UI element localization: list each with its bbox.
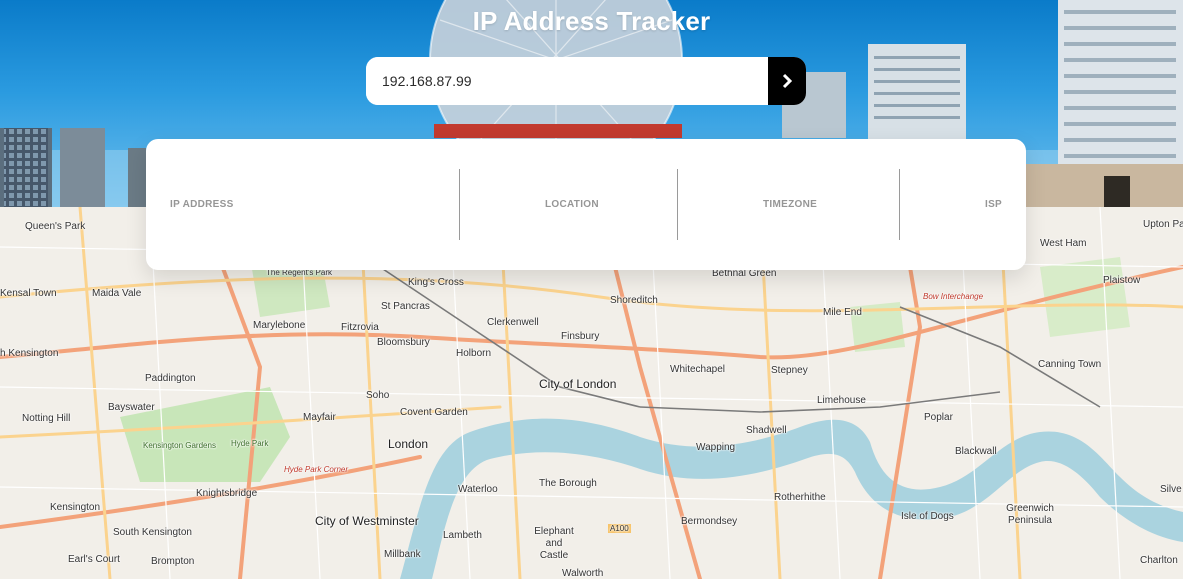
map-label: Kensington bbox=[50, 502, 101, 513]
map-label: Hyde Park Corner bbox=[284, 465, 349, 474]
map-label: Shadwell bbox=[746, 425, 787, 436]
map-label: Whitechapel bbox=[670, 364, 726, 375]
map-label: Hyde Park bbox=[231, 439, 269, 448]
map-label: West Ham bbox=[1040, 238, 1087, 249]
road-label: A100 bbox=[608, 524, 631, 533]
map-label: Millbank bbox=[384, 549, 421, 560]
map-label: Queen's Park bbox=[25, 221, 86, 232]
map-label: London bbox=[388, 437, 429, 451]
map-label: Upton Par bbox=[1143, 219, 1183, 230]
map-label: Rotherhithe bbox=[774, 492, 826, 503]
map-label: City of London bbox=[539, 377, 617, 391]
map-label: Fitzrovia bbox=[341, 322, 379, 333]
map-label: City of Westminster bbox=[315, 514, 419, 528]
ip-search-input[interactable] bbox=[366, 57, 768, 105]
ip-info-card: IP ADDRESS LOCATION TIMEZONE ISP bbox=[146, 139, 1026, 270]
map-label: Paddington bbox=[145, 373, 196, 384]
isp-section: ISP bbox=[900, 169, 1026, 240]
map-label: Greenwich Peninsula bbox=[1006, 503, 1054, 526]
map-label: South Kensington bbox=[113, 527, 192, 538]
map-label: Poplar bbox=[924, 412, 953, 423]
map-label: Bermondsey bbox=[681, 516, 738, 527]
map-label: Clerkenwell bbox=[487, 317, 539, 328]
location-section: LOCATION bbox=[460, 169, 677, 240]
map-label: Elephant and Castle bbox=[534, 526, 574, 561]
map-label: Marylebone bbox=[253, 320, 306, 331]
map-label: Wapping bbox=[696, 442, 736, 453]
map-label: Notting Hill bbox=[22, 413, 71, 424]
timezone-label: TIMEZONE bbox=[763, 199, 818, 210]
map-label: Stepney bbox=[771, 365, 808, 376]
map-label: Mile End bbox=[823, 307, 862, 318]
map-label: Mayfair bbox=[303, 412, 336, 423]
ip-address-section: IP ADDRESS bbox=[170, 169, 460, 240]
map-label: Limehouse bbox=[817, 395, 866, 406]
map-label: Isle of Dogs bbox=[901, 511, 954, 522]
map-label: King's Cross bbox=[408, 277, 464, 288]
map-label: Earl's Court bbox=[68, 554, 120, 565]
map-label: Kensington Gardens bbox=[143, 441, 216, 450]
map-label: Charlton bbox=[1140, 555, 1178, 566]
ip-search-form bbox=[366, 57, 806, 105]
map-label: Blackwall bbox=[955, 446, 997, 457]
map-label: Canning Town bbox=[1038, 359, 1102, 370]
map-label: Maida Vale bbox=[92, 288, 142, 299]
map-label: Holborn bbox=[456, 348, 492, 359]
map-label: Lambeth bbox=[443, 530, 482, 541]
isp-label: ISP bbox=[985, 199, 1003, 210]
map-label: Knightsbridge bbox=[196, 488, 258, 499]
map-label: The Borough bbox=[539, 478, 597, 489]
location-label: LOCATION bbox=[545, 199, 599, 210]
map-label: Soho bbox=[366, 390, 390, 401]
map-label: Bow Interchange bbox=[923, 292, 984, 301]
map-label: Finsbury bbox=[561, 331, 600, 342]
map-label: Walworth bbox=[562, 568, 604, 579]
map-label: Kensal Town bbox=[0, 288, 57, 299]
chevron-right-icon bbox=[782, 73, 792, 89]
map-label: Plaistow bbox=[1103, 275, 1141, 286]
map-label: Covent Garden bbox=[400, 407, 468, 418]
map-label: Brompton bbox=[151, 556, 195, 567]
ip-address-label: IP ADDRESS bbox=[170, 199, 234, 210]
map-label: Bayswater bbox=[108, 402, 155, 413]
map-label: Shoreditch bbox=[610, 295, 658, 306]
map-label: Bloomsbury bbox=[377, 337, 430, 348]
map-label: Waterloo bbox=[458, 484, 498, 495]
search-submit-button[interactable] bbox=[768, 57, 806, 105]
page-title: IP Address Tracker bbox=[472, 6, 711, 36]
map-label: St Pancras bbox=[381, 301, 430, 312]
map-label: h Kensington bbox=[0, 348, 59, 359]
timezone-section: TIMEZONE bbox=[678, 169, 900, 240]
map-label: Silve bbox=[1160, 484, 1182, 495]
